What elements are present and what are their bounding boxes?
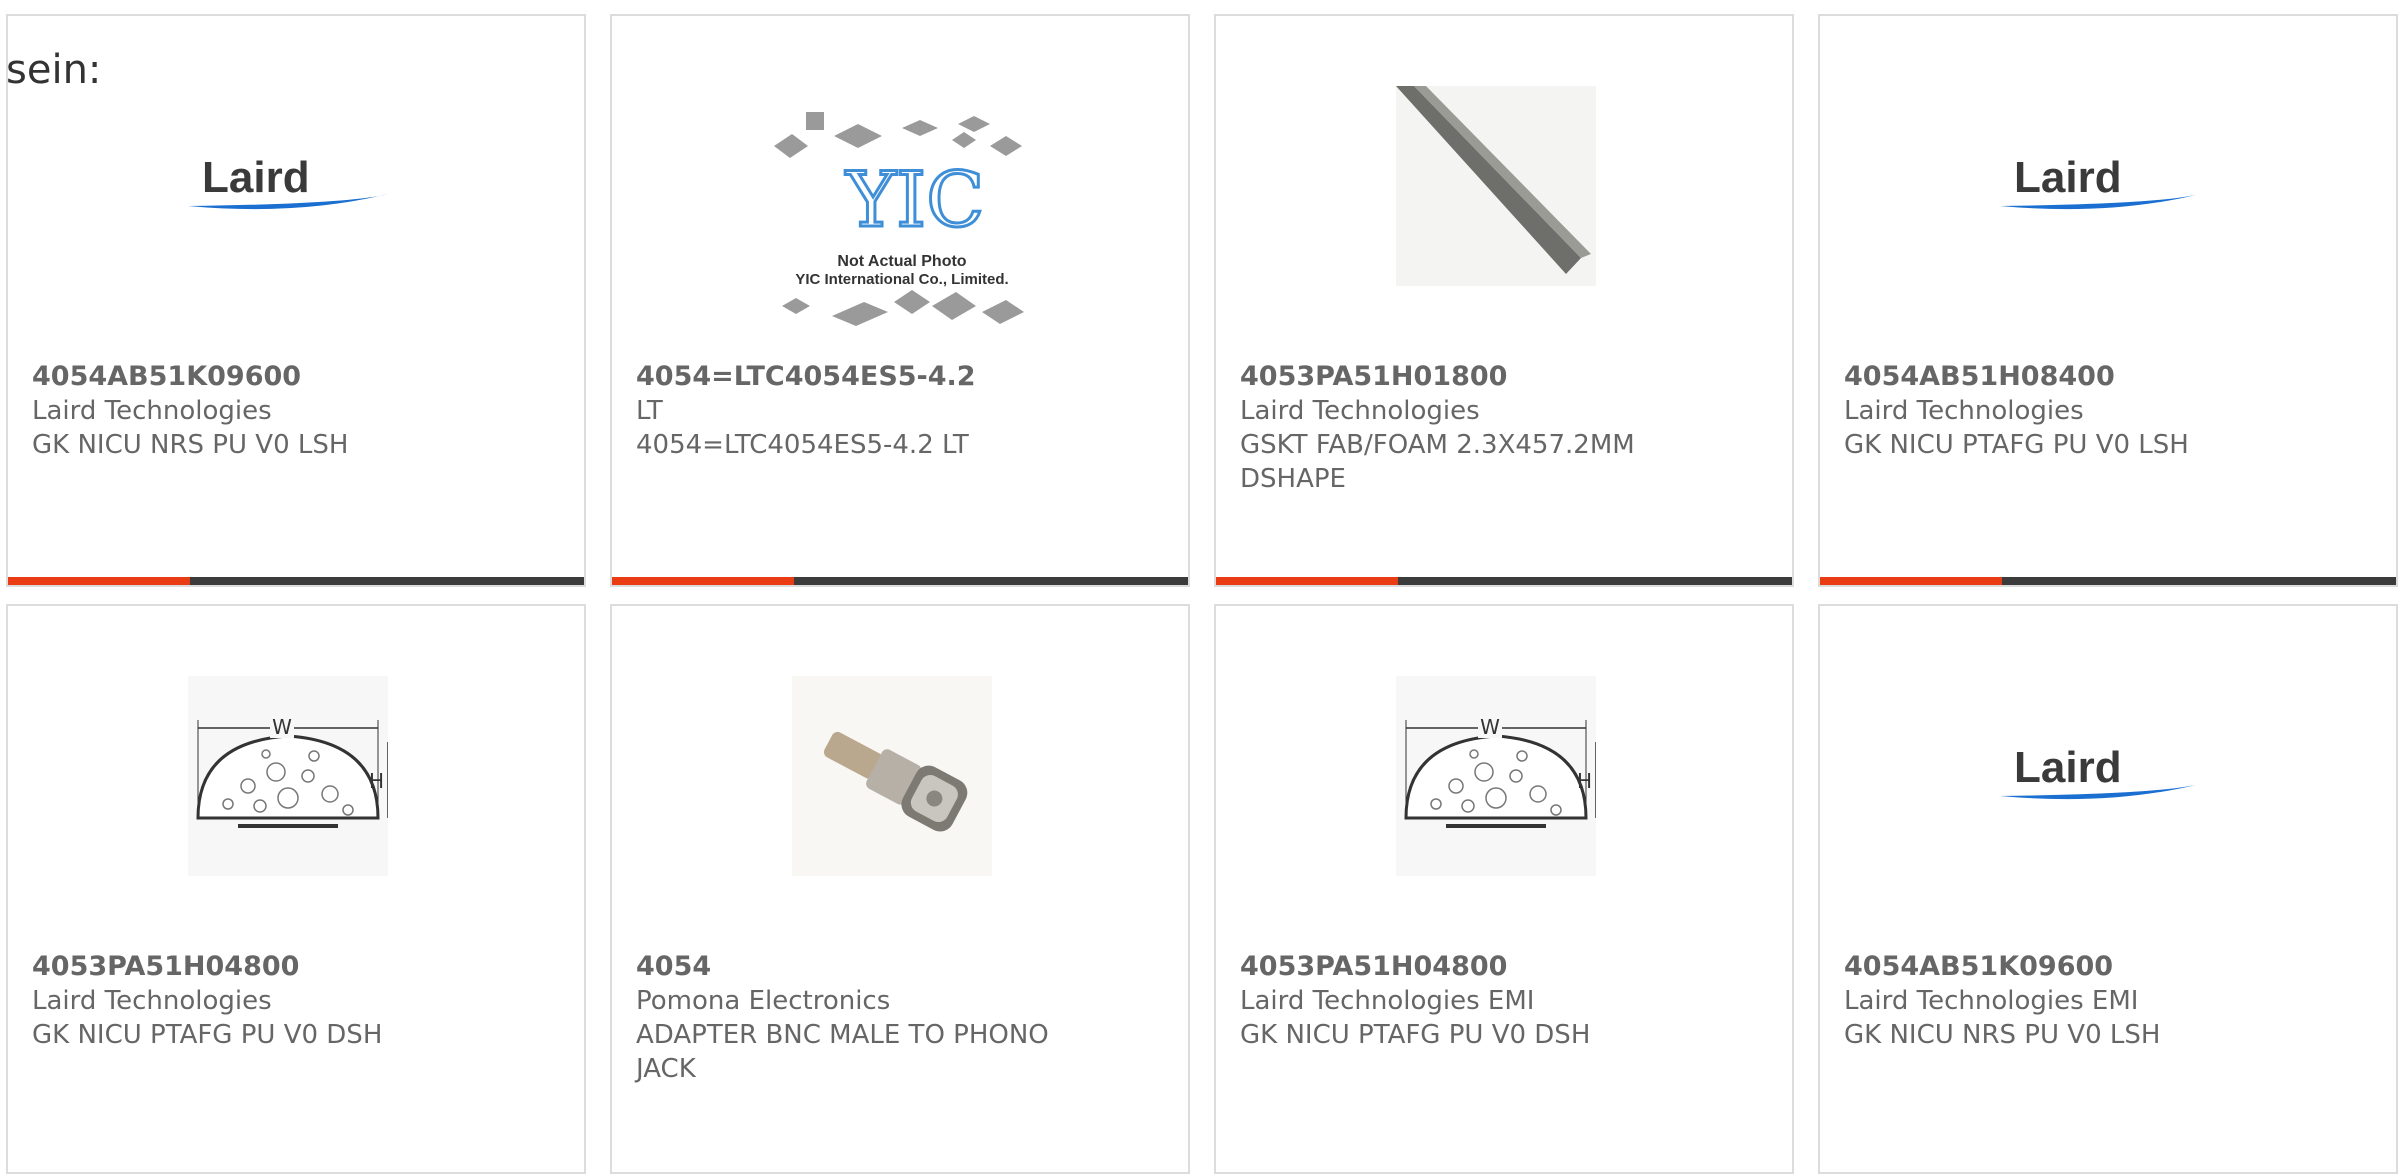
description: ADAPTER BNC MALE TO PHONO JACK [636,1020,1049,1084]
card-bar-accent [1216,577,1398,585]
product-image[interactable]: YIC Not Actual Photo YIC International C… [762,106,1042,356]
dshape-drawing-icon: W H [1396,676,1596,876]
product-card[interactable]: Laird 4054AB51K09600 Laird Technologies … [1818,604,2398,1174]
manufacturer: Laird Technologies [1844,396,2084,426]
svg-text:W: W [272,715,292,739]
product-card[interactable]: Laird 4054AB51H08400 Laird Technologies … [1818,14,2398,587]
product-image[interactable] [1396,86,1596,286]
chip-placeholder-icon: YIC Not Actual Photo YIC International C… [774,112,1024,326]
product-card[interactable]: Laird 4054AB51K09600 Laird Technologies … [6,14,586,587]
product-image[interactable]: Laird [2000,676,2200,876]
product-image[interactable]: Laird [188,86,388,286]
product-card[interactable]: YIC Not Actual Photo YIC International C… [610,14,1190,587]
manufacturer: Laird Technologies EMI [1844,986,2139,1016]
laird-logo-icon: Laird [188,153,388,210]
manufacturer: Laird Technologies [1240,396,1480,426]
bnc-adapter-icon [792,676,992,876]
intro-text: sein: [6,47,102,93]
part-number[interactable]: 4054AB51K09600 [1844,950,2372,984]
manufacturer: Laird Technologies EMI [1240,986,1535,1016]
description: GK NICU NRS PU V0 LSH [32,430,349,460]
card-bar-accent [612,577,794,585]
card-bar [612,577,1188,585]
product-card[interactable]: 4053PA51H01800 Laird Technologies GSKT F… [1214,14,1794,587]
laird-logo-icon: Laird [2000,153,2200,210]
product-card[interactable]: 4054 Pomona Electronics ADAPTER BNC MALE… [610,604,1190,1174]
card-bar [1216,577,1792,585]
product-image[interactable]: Laird [2000,86,2200,286]
manufacturer: Laird Technologies [32,986,272,1016]
description: GK NICU NRS PU V0 LSH [1844,1020,2161,1050]
svg-text:Laird: Laird [202,153,310,202]
manufacturer: Pomona Electronics [636,986,891,1016]
gasket-rod-icon [1396,86,1596,286]
svg-text:H: H [1577,769,1592,793]
product-card[interactable]: W H 4053PA51H04800 Laird Technologies EM… [1214,604,1794,1174]
svg-text:Laird: Laird [2014,743,2122,792]
description: GK NICU PTAFG PU V0 DSH [1240,1020,1591,1050]
part-number[interactable]: 4053PA51H04800 [32,950,560,984]
svg-text:H: H [369,769,384,793]
part-number[interactable]: 4054AB51H08400 [1844,360,2372,394]
manufacturer: LT [636,396,663,426]
svg-text:W: W [1480,715,1500,739]
svg-text:YIC International Co., Limited: YIC International Co., Limited. [795,271,1008,288]
product-card[interactable]: W H 4053PA51H04800 Laird Technologies GK… [6,604,586,1174]
part-number[interactable]: 4053PA51H01800 [1240,360,1768,394]
product-image[interactable]: W H [1396,676,1596,876]
part-number[interactable]: 4053PA51H04800 [1240,950,1768,984]
dshape-drawing-icon: W H [188,676,388,876]
part-number[interactable]: 4054AB51K09600 [32,360,560,394]
svg-text:YIC: YIC [845,155,984,244]
card-bar [1820,577,2396,585]
part-number[interactable]: 4054=LTC4054ES5-4.2 [636,360,1164,394]
description: GSKT FAB/FOAM 2.3X457.2MM DSHAPE [1240,430,1635,494]
description: 4054=LTC4054ES5-4.2 LT [636,430,969,460]
product-image[interactable] [792,676,992,876]
card-bar [8,577,584,585]
svg-text:Not Actual Photo: Not Actual Photo [837,253,966,270]
card-bar-accent [1820,577,2002,585]
description: GK NICU PTAFG PU V0 DSH [32,1020,383,1050]
description: GK NICU PTAFG PU V0 LSH [1844,430,2189,460]
product-image[interactable]: W H [188,676,388,876]
svg-text:Laird: Laird [2014,153,2122,202]
laird-logo-icon: Laird [2000,743,2200,800]
card-bar-accent [8,577,190,585]
manufacturer: Laird Technologies [32,396,272,426]
part-number[interactable]: 4054 [636,950,1164,984]
